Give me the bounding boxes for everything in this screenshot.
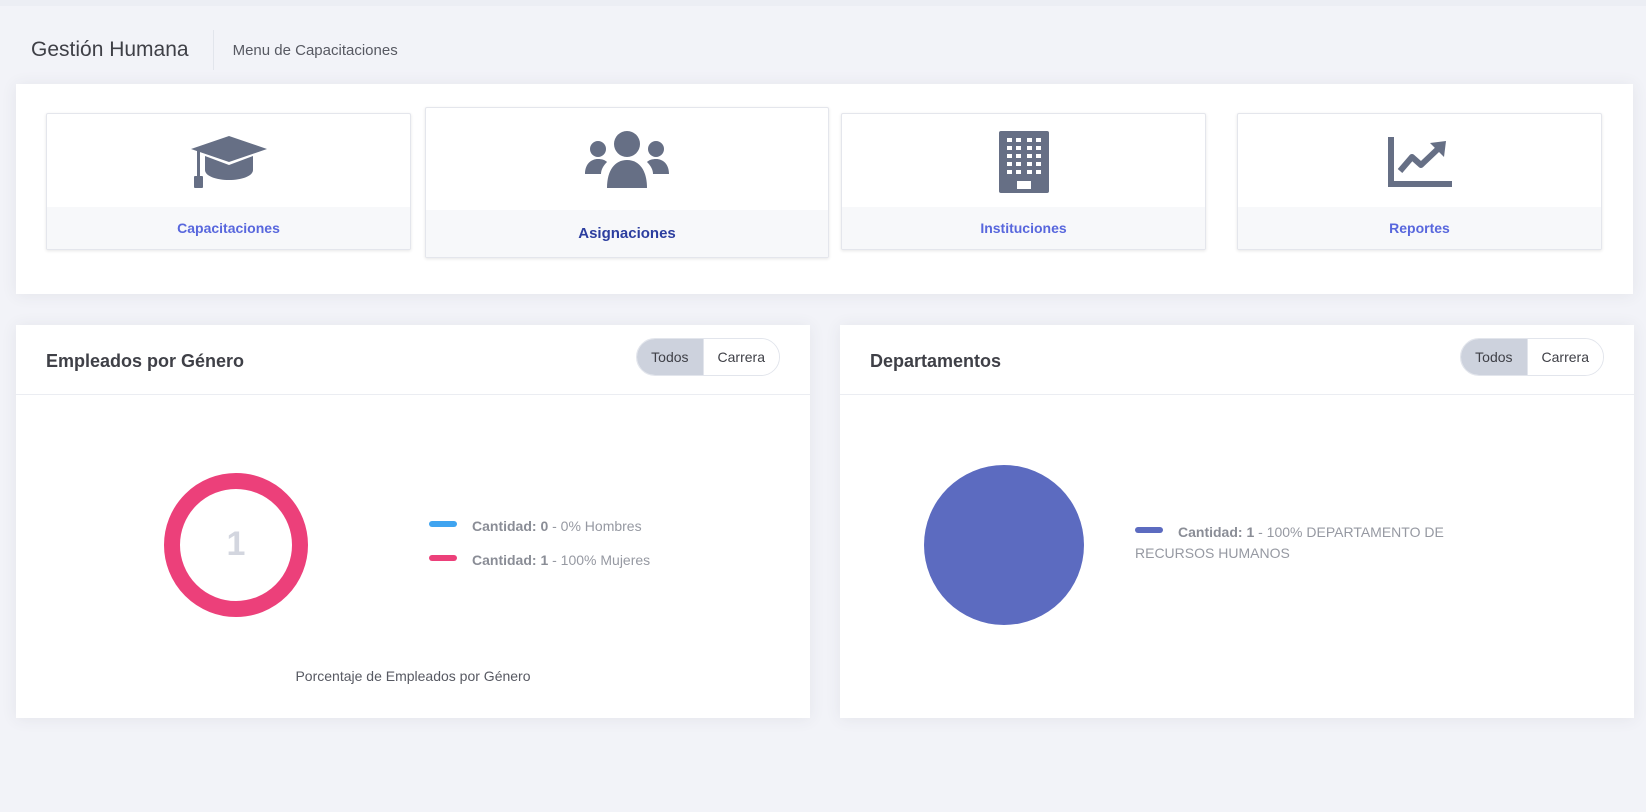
legend-count: Cantidad: 0 (472, 518, 549, 534)
menu-card-reportes[interactable]: Reportes (1237, 113, 1602, 250)
toggle-todos-button[interactable]: Todos (637, 339, 703, 375)
legend-item: Cantidad: 1 - 100% DEPARTAMENTO DE RECUR… (1135, 522, 1515, 564)
legend-swatch (1135, 527, 1163, 533)
menu-card-label: Reportes (1238, 207, 1601, 249)
menu-panel: Capacitaciones Asignaciones Institucione… (16, 84, 1633, 294)
menu-card-label: Asignaciones (426, 210, 828, 257)
subheader: Gestión Humana Menu de Capacitaciones (0, 20, 1646, 80)
pie-slice-departamento-de-recursos-humanos (924, 465, 1084, 625)
building-icon (998, 130, 1049, 193)
dept-panel: Departamentos Todos Carrera Cantidad: 1 … (840, 325, 1634, 718)
menu-card-label: Instituciones (842, 207, 1205, 249)
legend-item: Cantidad: 1 - 100% Mujeres (429, 550, 650, 571)
dept-pie-chart (924, 465, 1084, 625)
legend-item: Cantidad: 0 - 0% Hombres (429, 516, 642, 537)
panel-title: Empleados por Género (46, 351, 245, 371)
legend-swatch (429, 555, 457, 561)
menu-card-label: Capacitaciones (47, 207, 410, 249)
toggle-carrera-button[interactable]: Carrera (1526, 339, 1603, 375)
legend-label: - 100% Mujeres (548, 552, 651, 568)
menu-card-asignaciones[interactable]: Asignaciones (425, 107, 829, 258)
chart-line-icon (1387, 136, 1452, 187)
graduation-cap-icon (190, 135, 267, 188)
menu-card-capacitaciones[interactable]: Capacitaciones (46, 113, 411, 250)
toggle-todos-button[interactable]: Todos (1461, 339, 1527, 375)
dept-toggle-group: Todos Carrera (1460, 338, 1604, 376)
legend-count: Cantidad: 1 (1178, 524, 1255, 540)
legend-label: - 0% Hombres (548, 518, 642, 534)
gender-toggle-group: Todos Carrera (636, 338, 780, 376)
toggle-carrera-button[interactable]: Carrera (702, 339, 779, 375)
chart-caption: Porcentaje de Empleados por Género (295, 668, 531, 684)
panel-header: Departamentos Todos Carrera (840, 325, 1634, 395)
page-title: Gestión Humana (31, 30, 214, 70)
gender-panel: Empleados por Género Todos Carrera 1 Can… (16, 325, 810, 718)
panel-title: Departamentos (870, 351, 1002, 371)
donut-center-value: 1 (226, 525, 246, 563)
legend-count: Cantidad: 1 (472, 552, 549, 568)
users-icon (585, 131, 669, 188)
top-bar (0, 0, 1646, 6)
legend-swatch (429, 521, 457, 527)
menu-card-instituciones[interactable]: Instituciones (841, 113, 1206, 250)
breadcrumb: Menu de Capacitaciones (232, 41, 398, 59)
panel-header: Empleados por Género Todos Carrera (16, 325, 810, 395)
